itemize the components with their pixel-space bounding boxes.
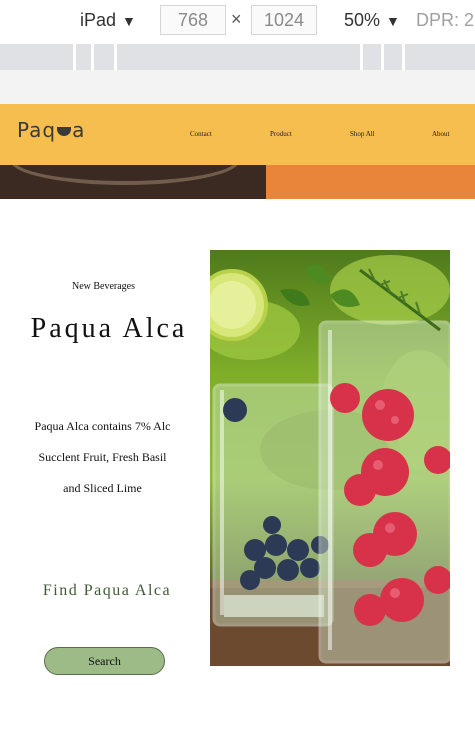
- height-input[interactable]: 1024: [251, 5, 317, 35]
- logo-text-start: Paq: [17, 118, 57, 142]
- hero-photo: [210, 250, 450, 666]
- nav-shop-all[interactable]: Shop All: [350, 130, 375, 138]
- site-header: Paq a Contact Product Shop All About: [0, 104, 475, 165]
- description-line: and Sliced Lime: [63, 481, 142, 495]
- device-label: iPad: [80, 10, 117, 30]
- description-line: Paqua Alca contains 7% Alc: [34, 419, 171, 433]
- description-line: Succlent Fruit, Fresh Basil: [38, 450, 167, 464]
- ruler-divider: [91, 44, 94, 70]
- nav-product[interactable]: Product: [270, 130, 292, 138]
- eyebrow-text: New Beverages: [71, 281, 136, 292]
- zoom-select[interactable]: 50% ▼: [344, 10, 400, 31]
- banner-arc: [10, 165, 240, 185]
- ruler-divider: [381, 44, 384, 70]
- ruler-divider: [360, 44, 363, 70]
- dimension-separator: ×: [231, 9, 242, 29]
- ruler-divider: [402, 44, 405, 70]
- width-input[interactable]: 768: [160, 5, 226, 35]
- nav-about[interactable]: About: [432, 130, 450, 138]
- banner-image: [0, 165, 266, 199]
- search-button[interactable]: Search: [44, 647, 165, 675]
- logo-text-end: a: [72, 118, 86, 142]
- logo[interactable]: Paq a: [17, 118, 85, 142]
- dpr-select[interactable]: DPR: 2.: [416, 10, 475, 31]
- find-heading: Find Paqua Alca: [42, 582, 172, 599]
- device-select[interactable]: iPad ▼: [80, 10, 136, 31]
- media-query-ruler[interactable]: [0, 44, 475, 70]
- product-title: Paqua Alca: [30, 313, 188, 344]
- caret-down-icon: ▼: [122, 13, 136, 29]
- ruler-divider: [114, 44, 117, 70]
- ruler-divider: [73, 44, 76, 70]
- ruler-spacer: [0, 70, 475, 104]
- banner-color-block: [266, 165, 475, 199]
- zoom-label: 50%: [344, 10, 381, 30]
- devtools-toolbar: iPad ▼ 768 × 1024 50% ▼ DPR: 2.: [0, 0, 475, 44]
- drinks-illustration: [210, 255, 450, 666]
- nav-contact[interactable]: Contact: [190, 130, 212, 138]
- cup-icon: [57, 127, 72, 136]
- caret-down-icon: ▼: [386, 13, 400, 29]
